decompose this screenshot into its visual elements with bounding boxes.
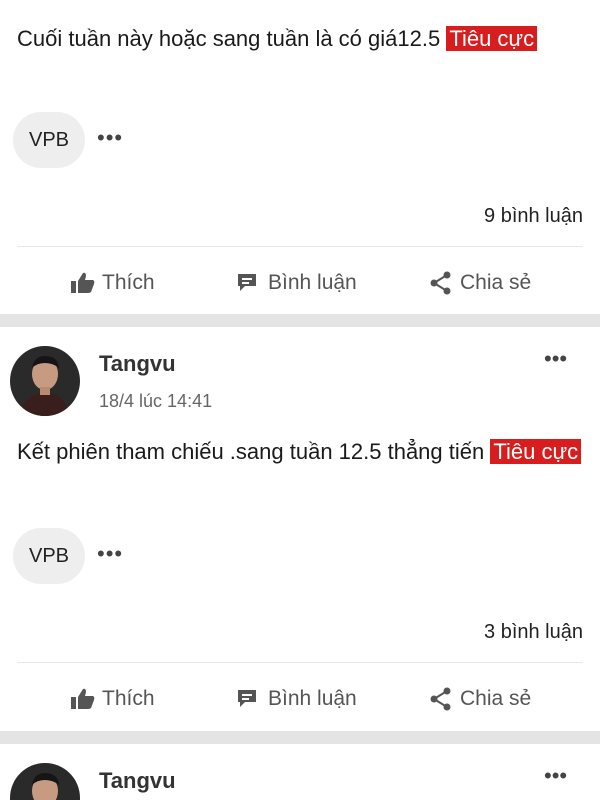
thumbs-up-icon	[70, 271, 96, 295]
comment-button[interactable]: Bình luận	[236, 679, 357, 719]
share-label: Chia sẻ	[460, 687, 532, 710]
comment-label: Bình luận	[268, 687, 357, 710]
post-content: Cuối tuần này hoặc sang tuần là có giá12…	[17, 24, 586, 53]
comment-button[interactable]: Bình luận	[236, 263, 357, 303]
divider-line	[17, 662, 583, 663]
post-separator	[0, 314, 600, 327]
divider-line	[17, 246, 583, 247]
more-horizontal-icon[interactable]: •••	[544, 765, 576, 787]
comment-label: Bình luận	[268, 271, 357, 294]
author-name[interactable]: Tangvu	[99, 351, 176, 377]
avatar[interactable]	[10, 346, 80, 416]
like-button[interactable]: Thích	[70, 679, 155, 719]
post-card: Tangvu •••	[0, 744, 600, 800]
more-horizontal-icon[interactable]: •••	[97, 543, 127, 565]
share-button[interactable]: Chia sẻ	[428, 679, 531, 719]
post-card: Tangvu 18/4 lúc 14:41 ••• Kết phiên tham…	[0, 327, 600, 731]
post-text: Cuối tuần này hoặc sang tuần là có giá12…	[17, 26, 441, 51]
stock-chip[interactable]: VPB	[13, 112, 85, 168]
author-name[interactable]: Tangvu	[99, 768, 176, 794]
action-bar: Thích Bình luận Chia sẻ	[0, 263, 600, 303]
thumbs-up-icon	[70, 687, 96, 711]
stock-chip[interactable]: VPB	[13, 528, 85, 584]
sentiment-tag: Tiêu cực	[490, 439, 582, 464]
share-button[interactable]: Chia sẻ	[428, 263, 531, 303]
post-timestamp: 18/4 lúc 14:41	[99, 391, 213, 411]
more-horizontal-icon[interactable]: •••	[97, 127, 127, 149]
post-text: Kết phiên tham chiếu .sang tuần 12.5 thẳ…	[17, 439, 485, 464]
action-bar: Thích Bình luận Chia sẻ	[0, 679, 600, 719]
sentiment-tag: Tiêu cực	[446, 26, 538, 51]
like-label: Thích	[102, 687, 155, 710]
like-button[interactable]: Thích	[70, 263, 155, 303]
comment-count[interactable]: 9 bình luận	[484, 205, 583, 228]
comment-icon	[236, 271, 262, 295]
post-content: Kết phiên tham chiếu .sang tuần 12.5 thẳ…	[17, 437, 586, 466]
like-label: Thích	[102, 271, 155, 294]
comment-icon	[236, 687, 262, 711]
avatar[interactable]	[10, 763, 80, 800]
post-card: Cuối tuần này hoặc sang tuần là có giá12…	[0, 0, 600, 314]
share-icon	[428, 686, 454, 712]
post-separator	[0, 731, 600, 744]
share-label: Chia sẻ	[460, 271, 532, 294]
comment-count[interactable]: 3 bình luận	[484, 621, 583, 644]
more-horizontal-icon[interactable]: •••	[544, 348, 576, 370]
share-icon	[428, 270, 454, 296]
